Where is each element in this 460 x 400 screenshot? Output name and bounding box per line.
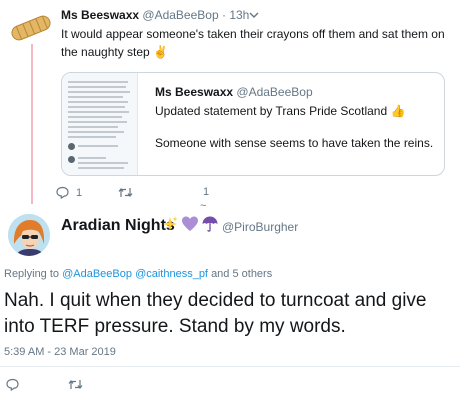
mention-adabeebop[interactable]: @AdaBeeBop	[62, 268, 132, 280]
quoted-tweet-header: Ms Beeswaxx @AdaBeeBop	[155, 85, 313, 99]
tweet2-text: Nah. I quit when they decided to turncoa…	[4, 290, 427, 337]
thumbs-up-emoji: 👍	[390, 104, 406, 118]
retweet-icon	[118, 188, 133, 197]
quoted-author-name: Ms Beeswaxx	[155, 85, 234, 99]
sparkles-icon	[163, 216, 178, 231]
reply-icon	[6, 378, 19, 391]
quoted-tweet-thumbnail[interactable]	[62, 73, 138, 175]
quoted-tweet-line2: Someone with sense seems to have taken t…	[155, 136, 434, 150]
like-count: 1	[202, 186, 210, 198]
replying-to-line: Replying to @AdaBeeBop @caithness_pf and…	[4, 268, 272, 280]
purple-heart-icon	[182, 216, 198, 231]
thread-connector-line	[31, 44, 33, 204]
reply-icon	[56, 186, 69, 199]
divider	[0, 366, 460, 367]
mention-caithness-pf[interactable]: @caithness_pf	[135, 268, 208, 280]
tweet2-retweet-button[interactable]	[68, 378, 83, 391]
tweet1-text: It would appear someone's taken their cr…	[61, 25, 446, 61]
reply-button[interactable]: 1	[56, 186, 82, 199]
quoted-author-handle: @AdaBeeBop	[236, 85, 313, 99]
tweet2-timestamp[interactable]: 5:39 AM - 23 Mar 2019	[4, 346, 116, 358]
victory-hand-emoji: ✌	[153, 45, 169, 59]
quoted-line1-text: Updated statement by Trans Pride Scotlan…	[155, 104, 388, 118]
like-button[interactable]: 1 ~	[199, 186, 213, 212]
replying-to-label: Replying to	[4, 268, 60, 280]
display-name-emojis	[161, 215, 219, 233]
like-heart-icon: ~	[200, 200, 207, 212]
quoted-tweet-line1: Updated statement by Trans Pride Scotlan…	[155, 104, 405, 118]
tweet1-author-name[interactable]: Ms Beeswaxx	[61, 8, 139, 22]
others-link[interactable]: and 5 others	[211, 268, 272, 280]
retweet-icon	[68, 380, 83, 389]
tweet1-header: Ms Beeswaxx @AdaBeeBop · 13h	[61, 8, 249, 22]
retweet-button[interactable]	[118, 186, 140, 199]
tweet2-author-name[interactable]: Aradian Nights	[61, 217, 175, 235]
umbrella-icon	[202, 216, 218, 232]
tweet1-body: It would appear someone's taken their cr…	[61, 27, 445, 59]
avatar-ms-beeswaxx[interactable]	[8, 12, 54, 44]
quoted-tweet-card[interactable]: Ms Beeswaxx @AdaBeeBop Updated statement…	[61, 72, 445, 176]
tweet2-reply-button[interactable]	[6, 378, 19, 391]
avatar-aradian-nights[interactable]	[8, 214, 50, 256]
tweet1-separator: ·	[221, 8, 226, 22]
tweet1-author-handle[interactable]: @AdaBeeBop	[142, 8, 218, 22]
reply-count: 1	[76, 186, 83, 199]
chevron-down-icon[interactable]	[247, 8, 261, 20]
tweet2-author-handle[interactable]: @PiroBurgher	[222, 220, 298, 234]
